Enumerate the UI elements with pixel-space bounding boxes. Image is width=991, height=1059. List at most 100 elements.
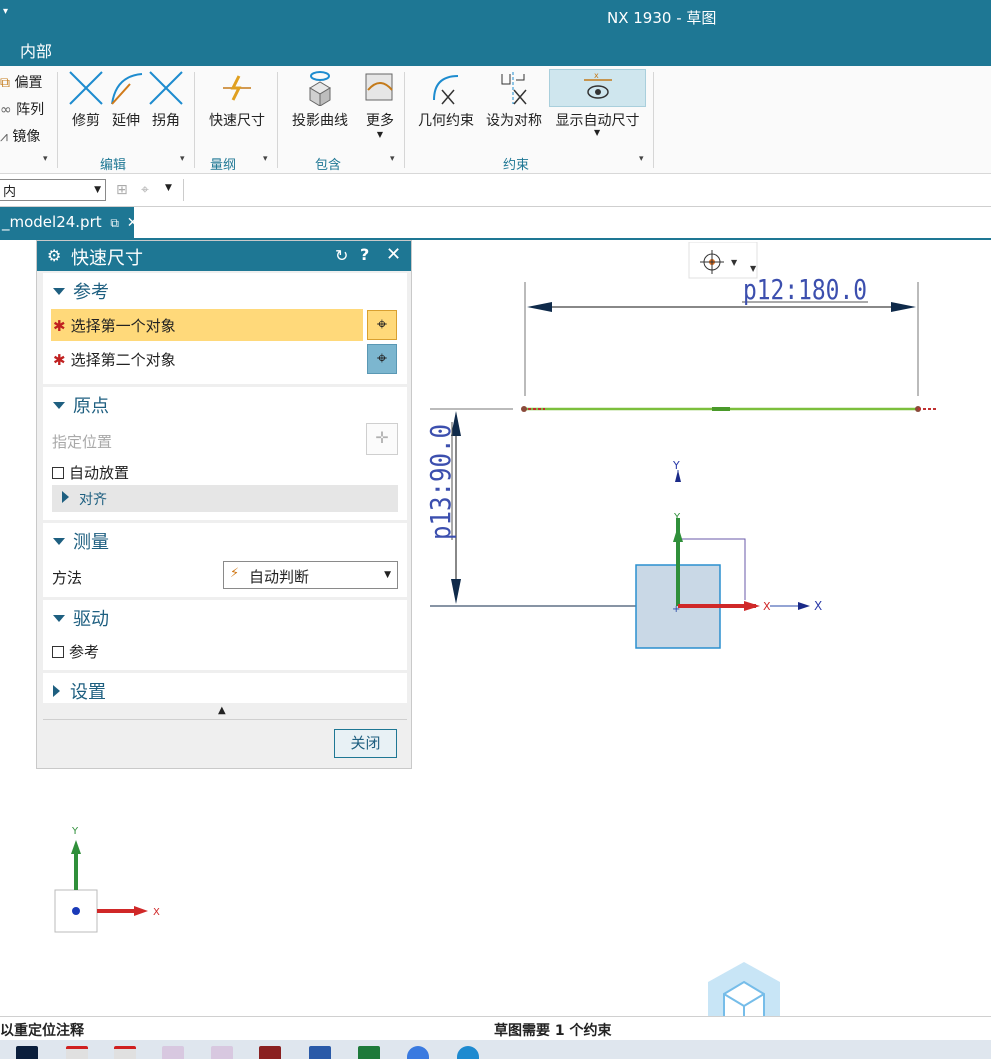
svg-text:X: X xyxy=(763,600,771,613)
section-origin: 原点 指定位置 ✛ 自动放置 对齐 xyxy=(43,387,407,520)
show-auto-dimension-button[interactable]: x xyxy=(549,69,646,107)
close-icon[interactable]: ✕ xyxy=(386,244,401,265)
more-button[interactable]: 更多 ▼ xyxy=(362,70,398,139)
corner-icon xyxy=(149,71,183,105)
gear-icon[interactable]: ⚙ xyxy=(47,246,61,265)
chevron-down-icon[interactable]: ▼ xyxy=(594,128,600,137)
help-icon[interactable]: ? xyxy=(360,245,369,264)
sketch-origin-triad: Y Y X X + xyxy=(635,459,822,649)
close-icon[interactable]: ✕ xyxy=(127,215,139,231)
extend-icon xyxy=(111,73,143,105)
group-expand-icon[interactable]: ▾ xyxy=(43,154,48,164)
drive-reference-checkbox[interactable]: 参考 xyxy=(52,641,99,662)
acrobat-icon[interactable] xyxy=(114,1046,136,1059)
app-icon[interactable] xyxy=(259,1046,281,1059)
rapid-dimension-button[interactable]: 快速尺寸 xyxy=(205,72,269,130)
select-first-object-crosshair-icon[interactable]: ⌖ xyxy=(367,310,397,340)
mirror-button[interactable]: ⩘ 镜像 xyxy=(0,126,40,146)
document-tab-bar: _model24.prt ⧉ ✕ xyxy=(0,207,991,240)
make-symmetric-button[interactable]: 设为对称 xyxy=(483,70,545,130)
edge-icon[interactable] xyxy=(457,1046,479,1059)
pattern-icon: ∞ xyxy=(0,102,12,118)
geometric-constraint-icon xyxy=(433,75,459,105)
project-curve-button[interactable]: 投影曲线 xyxy=(289,70,351,130)
taskbar xyxy=(0,1040,991,1059)
select-second-object-crosshair-icon[interactable]: ⌖ xyxy=(367,344,397,374)
sketch-line[interactable] xyxy=(521,406,938,412)
group-divider xyxy=(653,72,654,168)
dimension-label-vertical[interactable]: p13:90.0 xyxy=(424,424,457,540)
trim-button[interactable]: 修剪 xyxy=(68,70,104,130)
restore-icon[interactable]: ⧉ xyxy=(110,216,119,230)
acrobat-icon[interactable] xyxy=(66,1046,88,1059)
group-divider xyxy=(277,72,278,168)
mirror-icon: ⩘ xyxy=(0,129,8,145)
collapse-icon xyxy=(53,288,65,295)
section-title-measure[interactable]: 测量 xyxy=(53,528,109,554)
select-second-object-row[interactable]: ✱ 选择第二个对象 xyxy=(51,343,363,375)
group-expand-icon[interactable]: ▾ xyxy=(390,154,395,164)
align-subsection[interactable]: 对齐 xyxy=(52,485,398,512)
selection-filter-dropdown[interactable]: 内 ▼ xyxy=(0,179,106,201)
svg-text:▼: ▼ xyxy=(731,258,738,267)
dialog-title: 快速尺寸 xyxy=(71,248,143,269)
section-title-settings[interactable]: 设置 xyxy=(53,678,106,704)
offset-button[interactable]: ⧉ 偏置 xyxy=(0,72,42,92)
app-icon[interactable] xyxy=(162,1046,184,1059)
collapse-dialog-icon[interactable]: ▲ xyxy=(218,705,226,716)
section-reference: 参考 ✱ 选择第一个对象 ⌖ ✱ 选择第二个对象 ⌖ xyxy=(43,273,407,384)
method-dropdown[interactable]: ⚡ 自动判断 ▼ xyxy=(223,561,398,589)
method-label: 方法 xyxy=(52,569,83,587)
pattern-button[interactable]: ∞ 阵列 xyxy=(0,99,44,119)
extend-button[interactable]: 延伸 xyxy=(108,70,144,130)
system-menu-icon[interactable]: ▾ xyxy=(3,6,8,17)
close-button[interactable]: 关闭 xyxy=(334,729,397,758)
section-title-origin[interactable]: 原点 xyxy=(53,392,109,418)
photoshop-icon[interactable] xyxy=(16,1046,38,1059)
browser-icon[interactable] xyxy=(407,1046,429,1059)
rapid-dimension-dialog: ⚙ 快速尺寸 ↻ ? ✕ 参考 ✱ 选择第一个对象 ⌖ ✱ 选择第二个对象 ⌖ 原点… xyxy=(36,240,412,769)
specify-location-icon[interactable]: ✛ xyxy=(366,423,398,455)
wcs-triad-icon: Y X xyxy=(54,826,160,933)
document-tab[interactable]: _model24.prt ⧉ ✕ xyxy=(0,207,139,240)
section-title-drive[interactable]: 驱动 xyxy=(53,605,109,631)
app-icon[interactable] xyxy=(211,1046,233,1059)
corner-button[interactable]: 拐角 xyxy=(148,70,184,130)
group-expand-icon[interactable]: ▾ xyxy=(263,154,268,164)
status-message: 以重定位注释 xyxy=(0,1023,84,1039)
watermark-cube-icon xyxy=(708,962,780,1016)
required-icon: ✱ xyxy=(53,351,66,369)
group-label-include: 包含 xyxy=(315,158,342,173)
required-icon: ✱ xyxy=(53,317,66,335)
group-expand-icon[interactable]: ▾ xyxy=(639,154,644,164)
dialog-divider xyxy=(43,719,407,720)
vertical-dimension[interactable]: p13:90.0 xyxy=(424,408,670,607)
collapse-icon xyxy=(53,538,65,545)
excel-icon[interactable] xyxy=(358,1046,380,1059)
word-icon[interactable] xyxy=(309,1046,331,1059)
auto-place-checkbox[interactable]: 自动放置 xyxy=(52,462,129,483)
chevron-down-icon[interactable]: ▼ xyxy=(165,183,172,193)
group-expand-icon[interactable]: ▾ xyxy=(180,154,185,164)
reset-icon[interactable]: ↻ xyxy=(335,246,348,265)
select-first-object-row[interactable]: ✱ 选择第一个对象 xyxy=(51,309,363,341)
section-title-reference[interactable]: 参考 xyxy=(53,278,109,304)
horizontal-dimension[interactable]: p12:180.0 xyxy=(524,273,919,396)
svg-text:X: X xyxy=(153,907,160,918)
project-curve-icon xyxy=(309,71,331,107)
svg-text:+: + xyxy=(672,604,680,615)
chevron-down-icon: ▼ xyxy=(384,570,391,580)
status-prompt: 草图需要 1 个约束 xyxy=(494,1023,612,1039)
tab-internal[interactable]: 内部 xyxy=(20,38,52,62)
geometric-constraint-button[interactable]: 几何约束 xyxy=(415,70,477,130)
section-measure: 测量 方法 ⚡ 自动判断 ▼ xyxy=(43,523,407,597)
svg-text:▼: ▼ xyxy=(750,264,757,273)
cursor-point-icon[interactable]: ⌖ xyxy=(141,182,149,198)
make-symmetric-icon xyxy=(501,72,527,105)
selection-bar: 内 ▼ ⊞ ⌖ ▼ xyxy=(0,174,991,207)
svg-text:Y: Y xyxy=(673,512,681,523)
checkbox-icon xyxy=(52,646,64,658)
snap-point-icon[interactable]: ⊞ xyxy=(116,182,128,198)
section-drive: 驱动 参考 xyxy=(43,600,407,670)
dimension-label-horizontal[interactable]: p12:180.0 xyxy=(743,273,867,306)
